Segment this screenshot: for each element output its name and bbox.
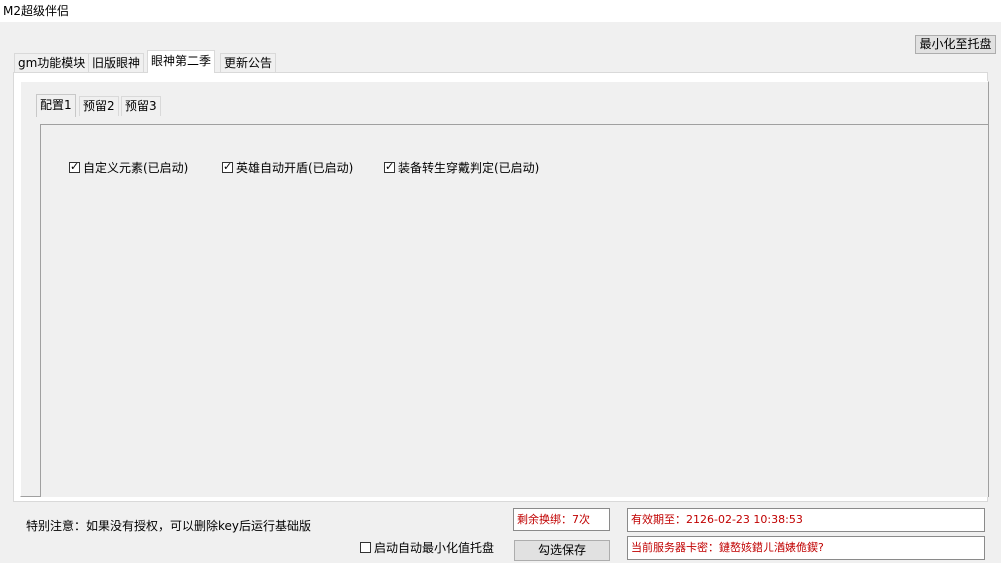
subtab-reserved-3[interactable]: 预留3 [121,96,161,116]
check-mark-icon: ✓ [223,159,233,173]
checkbox[interactable]: ✓ [222,159,233,173]
check-mark-icon: ✓ [385,159,395,173]
tab-old-eye[interactable]: 旧版眼神 [88,53,145,72]
save-selection-button[interactable]: 勾选保存 [514,540,610,561]
title-bar: M2超级伴侣 [0,0,1001,22]
auto-minimize-option[interactable]: 启动自动最小化值托盘 [360,539,494,556]
expiry-date: 有效期至：2126-02-23 10:38:53 [627,508,985,532]
minimize-to-tray-button[interactable]: 最小化至托盘 [915,35,996,54]
license-note: 特别注意：如果没有授权，可以删除key后运行基础版 [26,519,312,533]
tab-eye-season-2[interactable]: 眼神第二季 [147,50,216,73]
auto-minimize-label: 启动自动最小化值托盘 [374,541,495,555]
subtab-reserved-2[interactable]: 预留2 [79,96,119,116]
option-label: 装备转生穿戴判定(已启动) [398,160,540,175]
option-label: 自定义元素(已启动) [83,160,189,175]
config-panel [40,124,988,497]
window-title: M2超级伴侣 [3,4,69,18]
tab-gm-module[interactable]: gm功能模块 [14,53,90,72]
remaining-bind-count: 剩余换绑：7次 [513,508,610,531]
check-mark-icon: ✓ [70,159,80,173]
server-key: 当前服务器卡密：鏈嶅姟鍣ㄦ湭婊佹鍥? [627,536,985,560]
option-label: 英雄自动开盾(已启动) [236,160,354,175]
checkbox[interactable] [360,542,371,553]
subtab-config-1[interactable]: 配置1 [36,94,76,117]
checkbox[interactable]: ✓ [384,159,395,173]
option-hero-auto-shield[interactable]: ✓ 英雄自动开盾(已启动) [222,159,353,175]
option-custom-element[interactable]: ✓ 自定义元素(已启动) [69,159,188,175]
checkbox[interactable]: ✓ [69,159,80,173]
tab-update-notes[interactable]: 更新公告 [220,53,277,72]
option-equip-rebirth-check[interactable]: ✓ 装备转生穿戴判定(已启动) [384,159,539,175]
